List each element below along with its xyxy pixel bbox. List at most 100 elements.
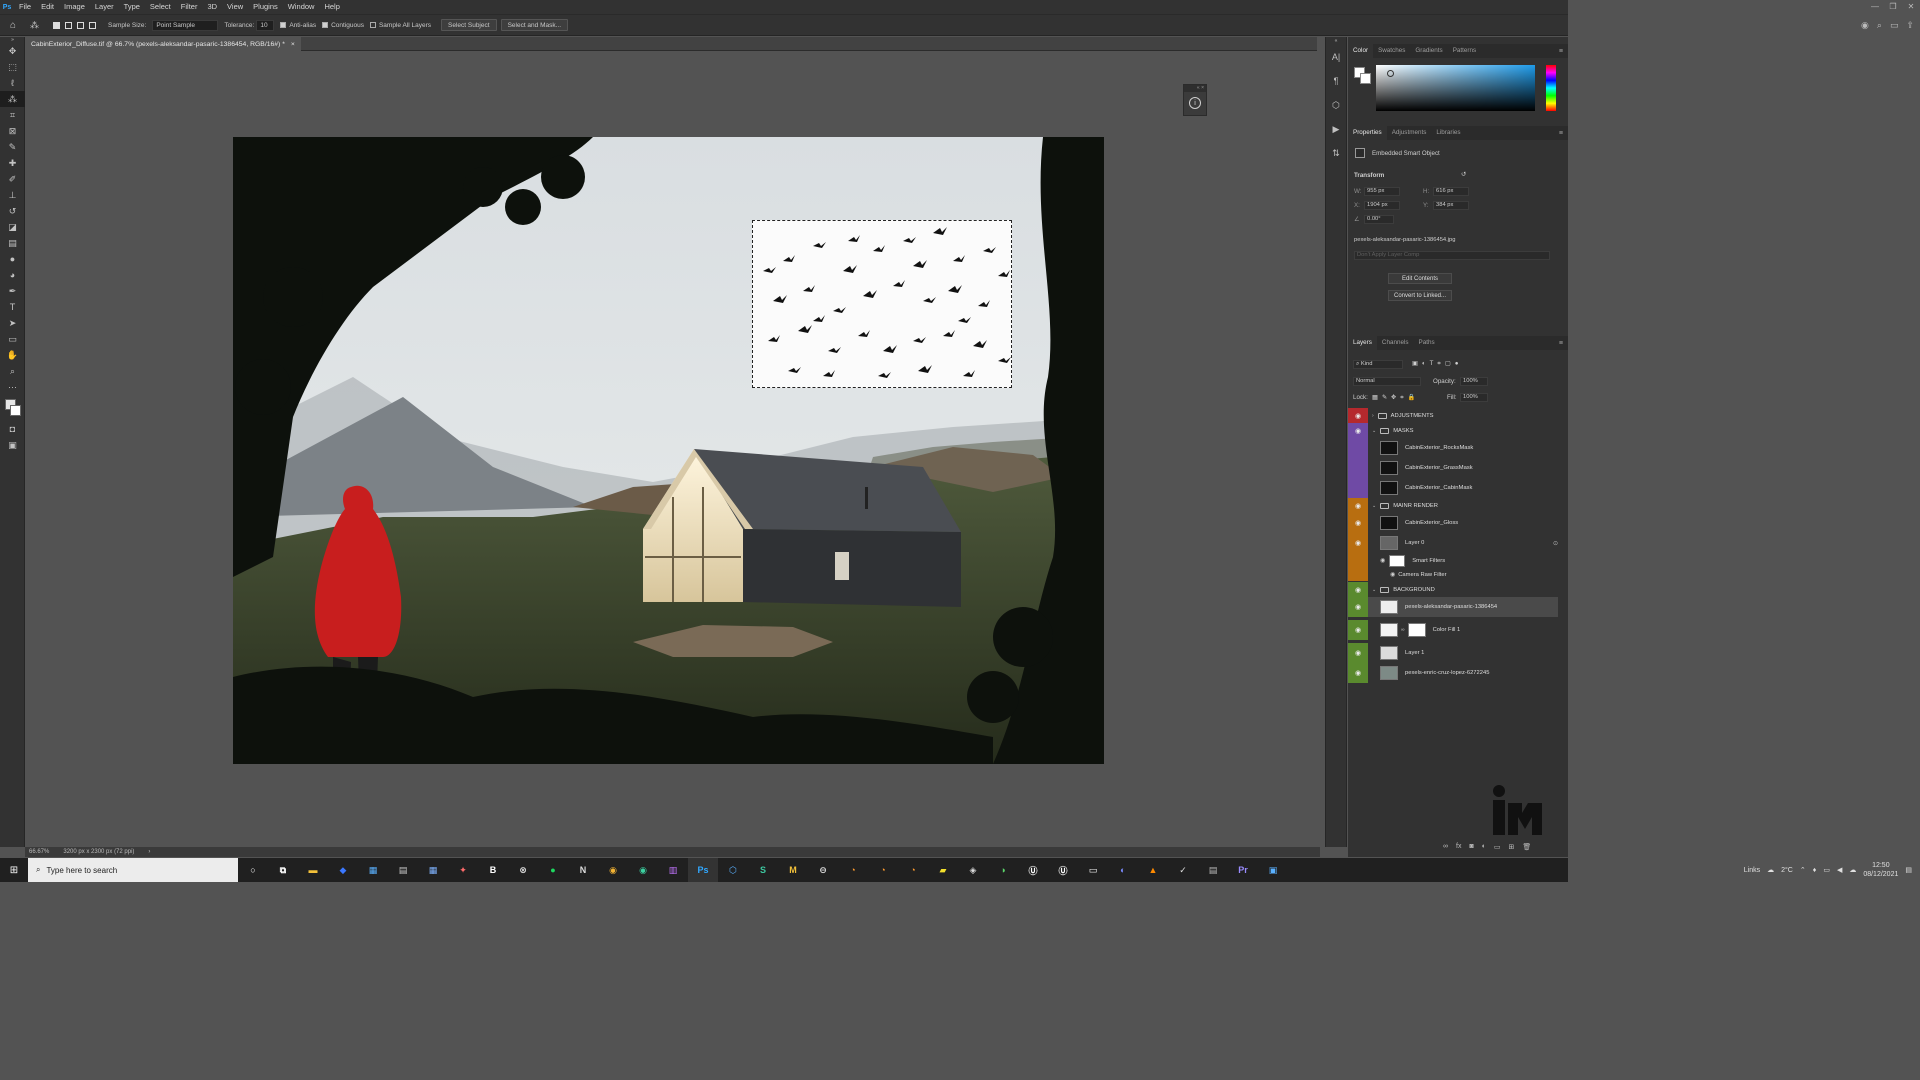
app-icon-3[interactable]: ▤ xyxy=(388,858,418,882)
screen-mode-icon[interactable]: ▣ xyxy=(0,437,25,453)
floating-info-panel[interactable]: « × i xyxy=(1183,84,1207,116)
close-button[interactable]: ✕ xyxy=(1902,0,1920,14)
app-icon-9[interactable]: ⬡ xyxy=(718,858,748,882)
foreground-background-colors[interactable] xyxy=(0,395,25,421)
contiguous-checkbox[interactable]: Contiguous xyxy=(322,22,364,29)
color-panel-swatches[interactable] xyxy=(1354,67,1372,85)
lasso-tool-icon[interactable]: ℓ xyxy=(0,75,25,91)
close-tab-icon[interactable]: × xyxy=(291,41,295,48)
layer-gloss[interactable]: ◉ CabinExterior_Gloss xyxy=(1348,513,1558,533)
links-toolbar[interactable]: Links xyxy=(1744,867,1760,874)
history-brush-tool-icon[interactable]: ↺ xyxy=(0,203,25,219)
onedrive-icon[interactable]: ☁ xyxy=(1849,866,1856,874)
zoom-level[interactable]: 66.67% xyxy=(29,849,49,855)
camera-raw-filter-row[interactable]: ◉ Camera Raw Filter xyxy=(1348,568,1558,581)
y-input[interactable]: 384 px xyxy=(1433,201,1469,210)
eyedropper-tool-icon[interactable]: ✎ xyxy=(0,139,25,155)
layer-visibility-eye-icon[interactable]: ◉ xyxy=(1348,533,1368,553)
hand-tool-icon[interactable]: ✋ xyxy=(0,347,25,363)
delete-layer-icon[interactable]: 🗑 xyxy=(1522,843,1531,851)
app-icon-8[interactable]: ▥ xyxy=(658,858,688,882)
chrome-icon[interactable]: ◉ xyxy=(598,858,628,882)
tab-paths[interactable]: Paths xyxy=(1414,336,1440,350)
magic-wand-preset-icon[interactable]: ⁂ xyxy=(30,20,39,31)
angle-input[interactable]: 0.00° xyxy=(1364,215,1394,224)
tab-channels[interactable]: Channels xyxy=(1377,336,1414,350)
properties-menu-icon[interactable]: ≡ xyxy=(1559,130,1563,137)
antialias-checkbox[interactable]: Anti-alias xyxy=(280,22,316,29)
task-view-icon[interactable]: ⧉ xyxy=(268,858,298,882)
share-icon[interactable]: ⇪ xyxy=(1906,20,1914,31)
smart-filters-row[interactable]: ◉ Smart Filters xyxy=(1348,553,1558,568)
new-layer-icon[interactable]: ⊞ xyxy=(1509,843,1515,851)
premiere-icon[interactable]: Pr xyxy=(1228,858,1258,882)
height-input[interactable]: 616 px xyxy=(1433,187,1469,196)
tray-expand-icon[interactable]: ⌃ xyxy=(1800,866,1806,874)
layer-rocks-mask[interactable]: CabinExterior_RocksMask xyxy=(1348,438,1558,458)
unreal-icon-1[interactable]: Ⓤ xyxy=(1018,858,1048,882)
move-tool-icon[interactable]: ✥ xyxy=(0,43,25,59)
tab-patterns[interactable]: Patterns xyxy=(1448,44,1481,58)
layer-filter-select[interactable]: ⌕ Kind xyxy=(1353,360,1403,369)
photoshop-taskbar-icon[interactable]: Ps xyxy=(688,858,718,882)
workspace-icon[interactable]: ▭ xyxy=(1890,20,1899,31)
color-panel-menu-icon[interactable]: ≡ xyxy=(1559,48,1563,55)
bird-flock-selection[interactable] xyxy=(752,220,1012,388)
layer-visibility-eye-icon[interactable]: ◉ xyxy=(1348,408,1368,423)
app-icon-15[interactable]: ▭ xyxy=(1078,858,1108,882)
menu-3d[interactable]: 3D xyxy=(202,0,222,14)
layer-group-adjustments[interactable]: ◉ › ADJUSTMENTS xyxy=(1348,408,1558,423)
minimize-button[interactable]: — xyxy=(1866,0,1884,14)
blender-icon-3[interactable]: ◔ xyxy=(898,858,928,882)
menu-select[interactable]: Select xyxy=(145,0,176,14)
share-user-icon[interactable]: ◉ xyxy=(1861,20,1869,31)
opacity-input[interactable]: 100% xyxy=(1460,377,1488,386)
menu-layer[interactable]: Layer xyxy=(90,0,119,14)
blur-tool-icon[interactable]: ● xyxy=(0,251,25,267)
app-icon-11[interactable]: M xyxy=(778,858,808,882)
quick-mask-icon[interactable]: ◘ xyxy=(0,421,25,437)
windows-start-icon[interactable]: ⊞ xyxy=(0,858,28,882)
search-icon[interactable]: ⌕ xyxy=(1877,20,1882,31)
layer-filter-icons[interactable]: ▣◐T⌗▢● xyxy=(1412,360,1462,368)
width-input[interactable]: 955 px xyxy=(1364,187,1400,196)
fx-icon[interactable]: fx xyxy=(1456,843,1461,851)
rectangle-tool-icon[interactable]: ▭ xyxy=(0,331,25,347)
spotify-icon[interactable]: ● xyxy=(538,858,568,882)
type-tool-icon[interactable]: T xyxy=(0,299,25,315)
layer-visibility-eye-icon[interactable]: ◉ xyxy=(1348,663,1368,683)
weather-icon[interactable]: ☁ xyxy=(1767,866,1774,874)
layer-group-main-render[interactable]: ◉ ⌄ MAINR RENDER xyxy=(1348,498,1558,513)
app-icon-17[interactable]: ▤ xyxy=(1198,858,1228,882)
tab-color[interactable]: Color xyxy=(1348,44,1374,58)
unreal-icon-2[interactable]: Ⓤ xyxy=(1048,858,1078,882)
layer-pexels-birds[interactable]: ◉ pexels-aleksandar-pasaric-1386454 xyxy=(1348,597,1558,617)
actions-play-icon[interactable]: ▶ xyxy=(1326,117,1346,141)
sticky-notes-icon[interactable]: ▰ xyxy=(928,858,958,882)
eraser-tool-icon[interactable]: ◪ xyxy=(0,219,25,235)
status-menu-arrow[interactable]: › xyxy=(148,849,150,855)
layer-visibility-eye-icon[interactable]: ◉ xyxy=(1348,643,1368,663)
select-and-mask-button[interactable]: Select and Mask... xyxy=(500,19,569,31)
layer-visibility-eye-icon[interactable]: ◉ xyxy=(1348,513,1368,533)
edit-contents-button[interactable]: Edit Contents xyxy=(1388,273,1452,284)
group-expand-arrow-icon[interactable]: ⌄ xyxy=(1372,587,1376,593)
gradient-tool-icon[interactable]: ▤ xyxy=(0,235,25,251)
selection-mode-icons[interactable] xyxy=(53,21,97,29)
layer-1[interactable]: ◉ Layer 1 xyxy=(1348,643,1558,663)
menu-filter[interactable]: Filter xyxy=(176,0,203,14)
edge-icon[interactable]: ◉ xyxy=(628,858,658,882)
zoom-tool-icon[interactable]: ⌕ xyxy=(0,363,25,379)
reset-transform-icon[interactable]: ↺ xyxy=(1461,171,1466,178)
app-icon-1[interactable]: ◆ xyxy=(328,858,358,882)
layer-visibility-eye-icon[interactable]: ◉ xyxy=(1348,597,1368,617)
layer-group-masks[interactable]: ◉ ⌄ MASKS xyxy=(1348,423,1558,438)
network-icon[interactable]: ▭ xyxy=(1823,866,1830,874)
notifications-icon[interactable]: ▤ xyxy=(1905,866,1912,874)
healing-brush-tool-icon[interactable]: ✚ xyxy=(0,155,25,171)
new-group-icon[interactable]: ▭ xyxy=(1494,843,1501,851)
marquee-tool-icon[interactable]: ⬚ xyxy=(0,59,25,75)
app-icon-16[interactable]: ◐ xyxy=(1108,858,1138,882)
menu-help[interactable]: Help xyxy=(319,0,344,14)
app-icon-18[interactable]: ▣ xyxy=(1258,858,1288,882)
